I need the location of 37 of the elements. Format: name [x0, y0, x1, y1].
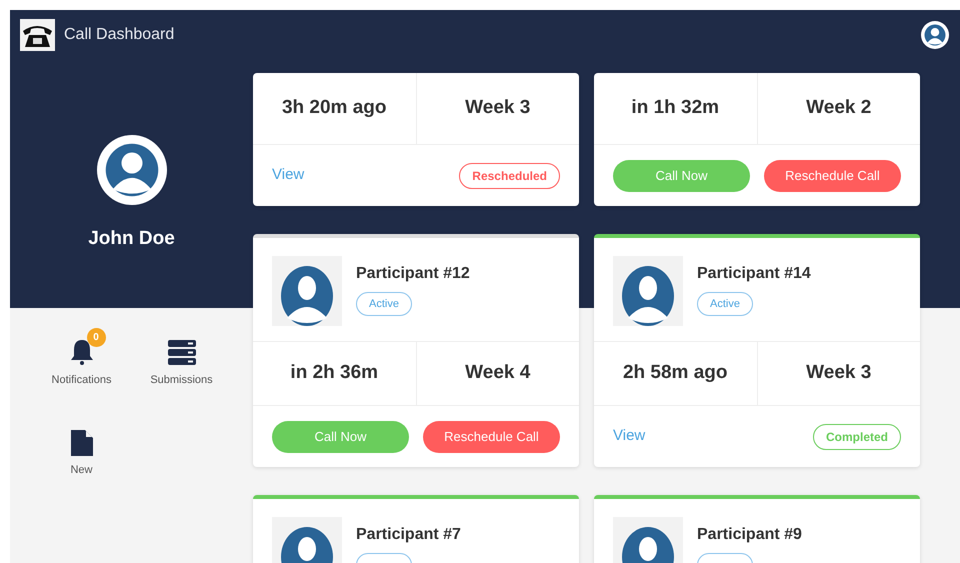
telephone-icon	[20, 19, 55, 51]
status-pill: Rescheduled	[459, 162, 560, 188]
metric-value: Week 4	[465, 361, 530, 386]
metric-value: Week 2	[806, 96, 872, 120]
participant-avatar	[613, 256, 683, 326]
metric-value: in 1h 32m	[631, 96, 720, 120]
participant-name: Participant #9	[697, 525, 802, 545]
participant-avatar	[272, 256, 342, 326]
call-now-button[interactable]: Call Now	[613, 160, 750, 192]
call-now-button[interactable]: Call Now	[272, 420, 409, 452]
metric-value: 3h 20m ago	[282, 96, 387, 120]
app-title: Call Dashboard	[64, 25, 174, 45]
avatar-icon	[921, 21, 949, 49]
nav-item[interactable]: Submissions	[132, 326, 232, 388]
participant-name: Participant #14	[697, 264, 811, 284]
user-avatar-button[interactable]	[921, 21, 949, 49]
notification-badge: 0	[86, 328, 106, 346]
status-pill: Active	[697, 292, 753, 316]
status-pill: Active	[356, 292, 412, 316]
metric-value: Week 3	[806, 361, 872, 386]
metric-value: 2h 58m ago	[622, 361, 728, 386]
reschedule-call-button[interactable]: Reschedule Call	[764, 160, 901, 192]
file-icon	[70, 430, 92, 456]
participant-name: Participant #7	[356, 525, 461, 545]
nav-item[interactable]: 0 Notifications	[32, 326, 132, 388]
participant-name: Participant #12	[356, 264, 470, 284]
profile-name: John Doe	[88, 227, 175, 251]
metric-value: in 2h 36m	[290, 361, 378, 386]
view-link[interactable]: View	[613, 425, 646, 448]
nav-item[interactable]: New	[32, 416, 132, 478]
reschedule-call-button[interactable]: Reschedule Call	[423, 420, 560, 452]
avatar-icon	[96, 135, 166, 205]
view-link[interactable]: View	[272, 164, 304, 187]
metric-value: Week 3	[465, 96, 530, 120]
bell-icon	[68, 338, 94, 366]
server-stack-icon	[168, 340, 196, 366]
status-pill: Completed	[812, 424, 901, 450]
